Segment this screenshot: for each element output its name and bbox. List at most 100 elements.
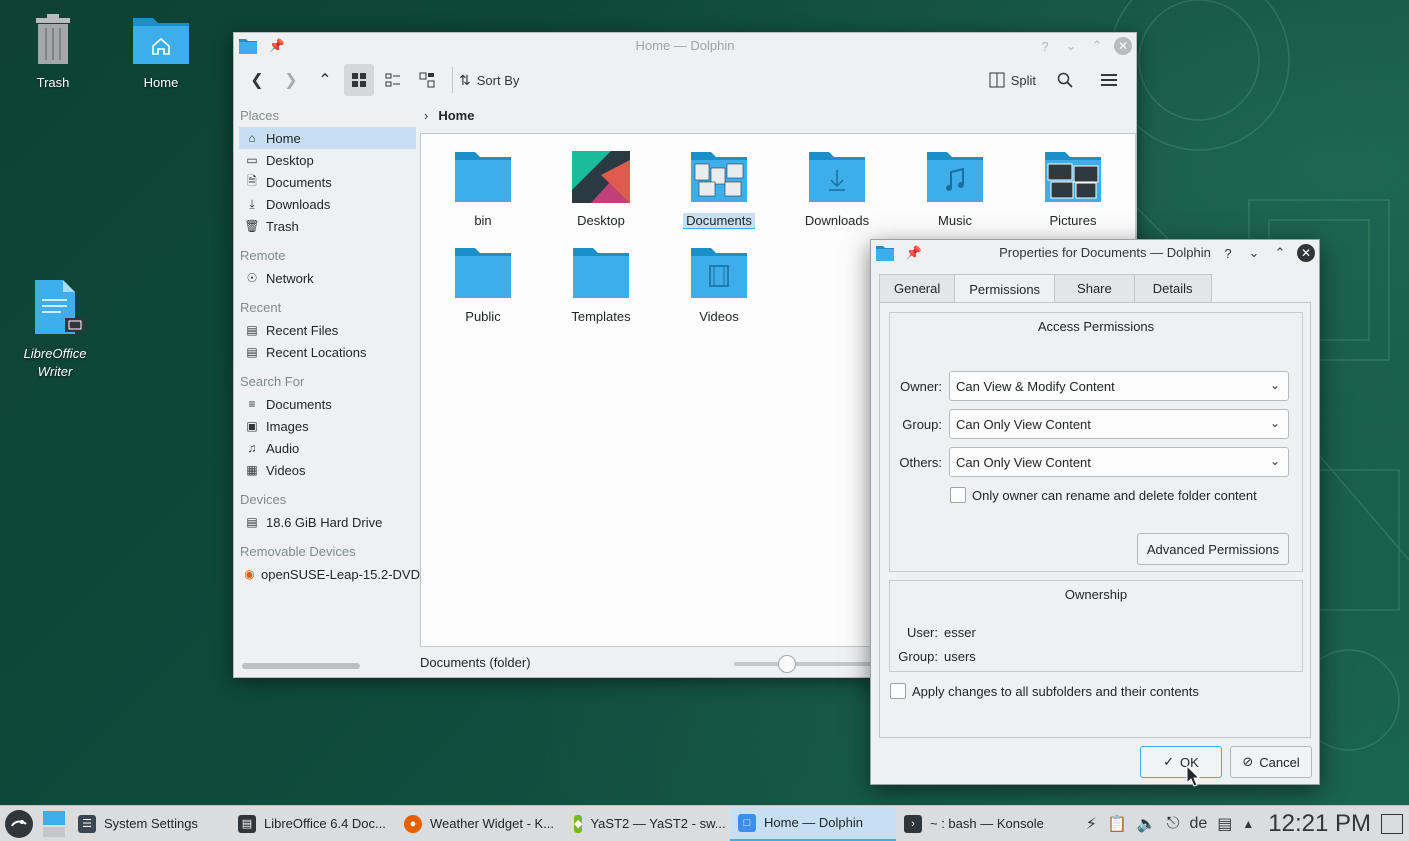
task-konsole[interactable]: › ~ : bash — Konsole — [896, 807, 1066, 841]
places-item-dvd[interactable]: ◉ openSUSE-Leap-15.2-DVD — [234, 563, 420, 585]
chevron-down-icon: ⌄ — [1269, 416, 1280, 430]
tab-share[interactable]: Share — [1054, 274, 1135, 302]
places-item-search-audio[interactable]: ♫ Audio — [234, 437, 420, 459]
file-item-music[interactable]: Music — [905, 150, 1005, 228]
task-libreoffice[interactable]: ▤ LibreOffice 6.4 Doc... — [230, 807, 396, 841]
places-item-downloads[interactable]: ⤓ Downloads — [234, 193, 420, 215]
show-desktop-button[interactable] — [38, 807, 70, 841]
places-item-network[interactable]: ☉ Network — [234, 267, 420, 289]
ok-button[interactable]: ✓ OK — [1140, 746, 1222, 778]
file-item-videos[interactable]: Videos — [669, 246, 769, 324]
task-weather-widget[interactable]: ● Weather Widget - K... — [396, 807, 566, 841]
close-icon[interactable]: ✕ — [1114, 37, 1132, 55]
places-item-search-images[interactable]: ▣ Images — [234, 415, 420, 437]
access-permissions-group: Access Permissions Owner: Can View & Mod… — [889, 312, 1303, 572]
only-owner-checkbox[interactable]: Only owner can rename and delete folder … — [950, 487, 1257, 503]
file-item-bin[interactable]: bin — [433, 150, 533, 228]
desktop-icon-home[interactable]: Home — [116, 12, 206, 90]
maximize-icon[interactable]: ⌃ — [1088, 37, 1106, 55]
back-button[interactable]: ❮ — [242, 64, 272, 96]
minimize-icon[interactable]: ⌄ — [1062, 37, 1080, 55]
opensuse-logo-icon — [5, 809, 33, 838]
places-item-documents[interactable]: 🗎 Documents — [234, 171, 420, 193]
checkbox-box[interactable] — [890, 683, 906, 699]
forward-button[interactable]: ❯ — [276, 64, 306, 96]
dialog-titlebar: 📌 Properties for Documents — Dolphin ? ⌄… — [871, 240, 1319, 266]
owner-permission-select[interactable]: Can View & Modify Content ⌄ — [949, 371, 1289, 401]
network-icon[interactable]: ▤ — [1217, 814, 1232, 834]
places-item-recent-files[interactable]: ▤ Recent Files — [234, 319, 420, 341]
group-permission-select[interactable]: Can Only View Content ⌄ — [949, 409, 1289, 439]
places-scrollbar[interactable] — [242, 663, 360, 669]
chevron-right-icon: › — [424, 107, 429, 123]
file-item-desktop[interactable]: Desktop — [551, 150, 651, 228]
dolphin-titlebar: 📌 Home — Dolphin ? ⌄ ⌃ ✕ — [234, 33, 1136, 59]
zoom-slider[interactable] — [734, 662, 874, 666]
breadcrumb[interactable]: › Home — [420, 105, 474, 125]
compact-view-button[interactable] — [378, 64, 408, 96]
usb-device-icon[interactable]: ⎋ — [1167, 815, 1180, 833]
file-item-pictures[interactable]: Pictures — [1023, 150, 1123, 228]
task-system-settings[interactable]: ☰ System Settings — [70, 807, 230, 841]
icons-view-button[interactable] — [344, 64, 374, 96]
help-icon[interactable]: ? — [1219, 244, 1237, 262]
clipboard-icon[interactable]: 📋 — [1107, 814, 1127, 834]
file-item-public[interactable]: Public — [433, 246, 533, 324]
tab-general[interactable]: General — [879, 274, 956, 302]
places-item-search-videos[interactable]: ▦ Videos — [234, 459, 420, 481]
update-icon[interactable]: ⚡ — [1086, 814, 1097, 834]
others-permission-select[interactable]: Can Only View Content ⌄ — [949, 447, 1289, 477]
maximize-icon[interactable]: ⌃ — [1271, 244, 1289, 262]
music-folder-icon — [927, 152, 983, 202]
desktop-icon-libreoffice-writer[interactable]: LibreOffice Writer — [10, 278, 100, 381]
clock[interactable]: 12:21 PM — [1268, 810, 1371, 838]
file-item-templates[interactable]: Templates — [551, 246, 651, 324]
show-desktop-icon[interactable] — [1381, 814, 1403, 834]
search-button[interactable] — [1050, 64, 1080, 96]
file-item-label: Desktop — [577, 213, 625, 228]
group-label: Group: — [902, 417, 942, 432]
task-yast2[interactable]: ◆ YaST2 — YaST2 - sw... — [566, 807, 730, 841]
places-item-hard-drive[interactable]: ▤ 18.6 GiB Hard Drive — [234, 511, 420, 533]
zoom-slider-handle[interactable] — [778, 655, 796, 673]
task-dolphin[interactable]: □ Home — Dolphin — [730, 806, 896, 841]
application-launcher[interactable] — [0, 807, 38, 841]
keyboard-layout-indicator[interactable]: de — [1189, 815, 1207, 833]
tray-expand-icon[interactable]: ▲ — [1242, 817, 1254, 831]
places-item-trash[interactable]: 🗑 Trash — [234, 215, 420, 237]
file-item-documents[interactable]: Documents — [669, 150, 769, 229]
group-permission-value: Can Only View Content — [956, 416, 1091, 432]
cancel-button[interactable]: ⊘ Cancel — [1230, 746, 1312, 778]
help-icon[interactable]: ? — [1036, 37, 1054, 55]
details-view-button[interactable] — [412, 64, 442, 96]
tab-details[interactable]: Details — [1133, 274, 1212, 302]
places-item-home[interactable]: ⌂ Home — [239, 127, 416, 149]
forward-icon: ❯ — [284, 72, 298, 89]
taskbar: ☰ System Settings ▤ LibreOffice 6.4 Doc.… — [0, 805, 1409, 841]
desktop-icon-trash[interactable]: Trash — [8, 12, 98, 90]
folder-icon — [455, 248, 511, 298]
breadcrumb-home[interactable]: Home — [438, 108, 474, 123]
places-item-desktop[interactable]: ▭ Desktop — [234, 149, 420, 171]
places-item-recent-locations[interactable]: ▤ Recent Locations — [234, 341, 420, 363]
split-button[interactable]: Split — [989, 64, 1036, 96]
apply-subfolders-checkbox[interactable]: Apply changes to all subfolders and thei… — [890, 683, 1199, 699]
places-item-search-documents[interactable]: ≡ Documents — [234, 393, 420, 415]
minimize-icon[interactable]: ⌄ — [1245, 244, 1263, 262]
task-label: LibreOffice 6.4 Doc... — [264, 816, 386, 831]
task-label: System Settings — [104, 816, 198, 831]
ownership-group-value: users — [944, 649, 976, 664]
close-icon[interactable]: ✕ — [1297, 244, 1315, 262]
up-button[interactable]: ⌃ — [310, 64, 340, 96]
others-permission-value: Can Only View Content — [956, 454, 1091, 470]
sort-by-button[interactable]: ⇅ Sort By — [459, 64, 519, 96]
advanced-permissions-button[interactable]: Advanced Permissions — [1137, 533, 1289, 565]
file-item-downloads[interactable]: Downloads — [787, 150, 887, 228]
hard-drive-icon: ▤ — [246, 515, 258, 529]
checkbox-box[interactable] — [950, 487, 966, 503]
dolphin-folder-icon: □ — [738, 813, 756, 832]
hamburger-menu-button[interactable] — [1094, 64, 1124, 96]
volume-icon[interactable]: 🔈 — [1137, 814, 1157, 834]
details-view-icon — [419, 72, 435, 88]
tab-permissions[interactable]: Permissions — [954, 274, 1056, 303]
